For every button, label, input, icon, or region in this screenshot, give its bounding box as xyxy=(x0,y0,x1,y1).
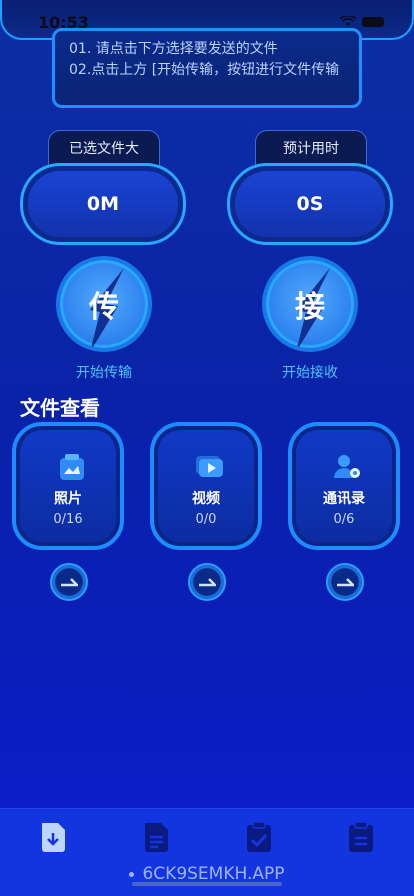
secure-dot-icon xyxy=(129,871,135,877)
instruction-line-1: 01. 请点击下方选择要发送的文件 xyxy=(69,41,278,57)
download-file-icon[interactable] xyxy=(38,821,68,853)
url-text: 6CK9SEMKH.APP xyxy=(142,864,285,884)
battery-icon xyxy=(362,16,384,27)
home-indicator[interactable] xyxy=(132,882,282,886)
photos-card[interactable]: 照片 0/16 xyxy=(12,422,124,550)
selected-size-value: 0M xyxy=(20,163,186,245)
clipboard-check-icon[interactable] xyxy=(244,821,274,853)
arrow-icon xyxy=(61,578,78,587)
start-receive-button[interactable]: 接 xyxy=(262,256,358,352)
contacts-card[interactable]: 通讯录 0/6 xyxy=(288,422,400,550)
videos-card[interactable]: 视频 0/0 xyxy=(150,422,262,550)
photo-icon xyxy=(60,454,84,480)
wifi-icon xyxy=(340,16,356,26)
file-view-title: 文件查看 xyxy=(20,396,100,420)
start-receive-label[interactable]: 开始接收 xyxy=(262,362,358,382)
instruction-box: 01. 请点击下方选择要发送的文件 02.点击上方 [开始传输，按钮进行文件传输 xyxy=(52,28,362,108)
clipboard-icon[interactable] xyxy=(346,821,376,853)
videos-expand-button[interactable] xyxy=(188,563,226,601)
contacts-count: 0/6 xyxy=(333,512,355,527)
start-send-label[interactable]: 开始传输 xyxy=(56,362,152,382)
contacts-icon xyxy=(334,455,360,478)
status-icons xyxy=(340,16,384,27)
photos-count: 0/16 xyxy=(53,512,83,527)
selected-size-label: 已选文件大小 xyxy=(48,130,160,193)
start-send-button[interactable]: 传 xyxy=(56,256,152,352)
photos-label: 照片 xyxy=(54,491,82,507)
video-icon xyxy=(196,456,223,477)
instruction-line-2: 02.点击上方 [开始传输，按钮进行文件传输 xyxy=(69,62,340,78)
browser-url-bar[interactable]: 6CK9SEMKH.APP xyxy=(0,864,414,884)
document-icon[interactable] xyxy=(141,821,171,853)
videos-count: 0/0 xyxy=(195,512,217,527)
estimated-time-value: 0S xyxy=(227,163,393,245)
videos-label: 视频 xyxy=(192,491,220,507)
send-glyph: 传 xyxy=(89,290,119,325)
arrow-icon xyxy=(337,578,354,587)
estimated-time-label: 预计用时 xyxy=(255,130,367,166)
receive-glyph: 接 xyxy=(295,290,325,325)
photos-expand-button[interactable] xyxy=(50,563,88,601)
contacts-expand-button[interactable] xyxy=(326,563,364,601)
arrow-icon xyxy=(199,578,216,587)
contacts-label: 通讯录 xyxy=(323,491,365,507)
